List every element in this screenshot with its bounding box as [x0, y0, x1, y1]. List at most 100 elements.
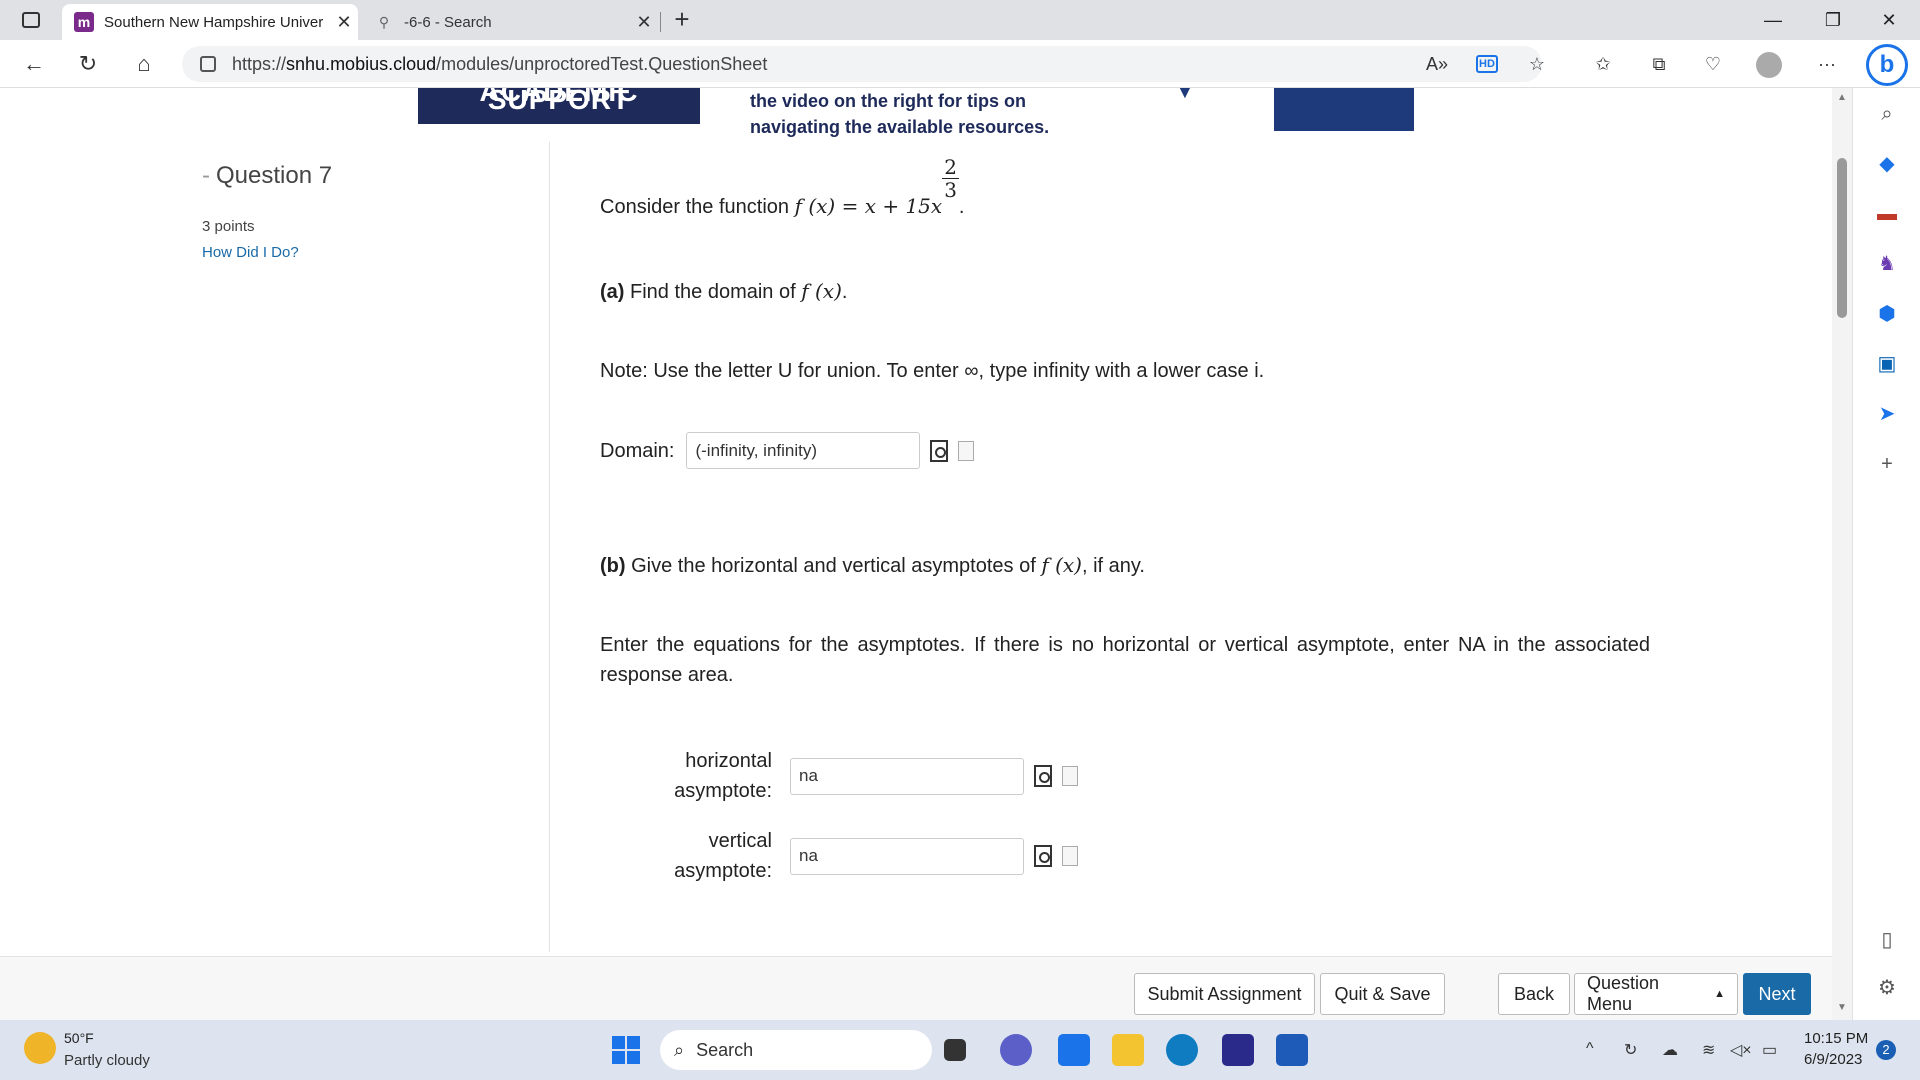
tab-title: Southern New Hampshire Univer: [104, 13, 324, 31]
exponent-fraction: 23: [942, 155, 959, 202]
gear-icon[interactable]: ⚙: [1873, 974, 1901, 1002]
volume-icon[interactable]: ◁×: [1730, 1040, 1752, 1060]
vertical-asymptote-input[interactable]: na: [790, 837, 1024, 875]
hd-icon[interactable]: HD: [1476, 55, 1498, 73]
favorite-star-icon[interactable]: ☆: [1522, 50, 1552, 78]
question-sidebar: - Question 7 3 points How Did I Do?: [0, 142, 550, 952]
refresh-icon[interactable]: ↻: [72, 48, 104, 80]
function-statement: Consider the function f (x) = x + 15x 2 3.: [600, 155, 965, 218]
word-icon[interactable]: [1276, 1034, 1308, 1066]
browser-essentials-icon[interactable]: ♡: [1698, 50, 1728, 78]
preview-icon[interactable]: [930, 439, 949, 462]
bing-chat-icon[interactable]: b: [1866, 44, 1908, 86]
store-icon[interactable]: [1222, 1034, 1254, 1066]
preview-icon[interactable]: [1034, 765, 1052, 787]
outlook-icon[interactable]: ▣: [1873, 350, 1901, 378]
read-aloud-icon[interactable]: A»: [1422, 50, 1452, 78]
tab-title: -6-6 - Search: [404, 13, 492, 31]
scroll-thumb[interactable]: [1837, 158, 1847, 318]
domain-input[interactable]: (-infinity, infinity): [686, 432, 921, 469]
quit-save-button[interactable]: Quit & Save: [1320, 973, 1445, 1015]
sidebar-layout-icon[interactable]: ▯: [1873, 926, 1901, 954]
url-host: snhu.mobius.cloud: [286, 53, 437, 74]
add-icon[interactable]: +: [1873, 450, 1901, 478]
preview-icon[interactable]: [1034, 845, 1052, 867]
question-title[interactable]: - Question 7: [202, 162, 332, 190]
assignment-footer: Submit Assignment Quit & Save Back Quest…: [0, 956, 1832, 1020]
collections-icon[interactable]: ⧉: [1644, 50, 1674, 78]
question-menu-button[interactable]: Question Menu ▲: [1574, 973, 1738, 1015]
weather-icon[interactable]: [24, 1032, 56, 1064]
search-icon: ⌕: [674, 1039, 685, 1060]
tab-actions-icon[interactable]: [22, 12, 40, 28]
asymptote-instructions: Enter the equations for the asymptotes. …: [600, 634, 1650, 686]
academic-support-banner[interactable]: ACADEMIC SUPPORT: [418, 88, 700, 124]
tab-snhu[interactable]: m Southern New Hampshire Univer ✕: [62, 4, 358, 40]
part-b-prompt: (b) Give the horizontal and vertical asy…: [600, 553, 1145, 577]
minimize-button[interactable]: —: [1750, 6, 1796, 34]
banner-text: the video on the right for tips on navig…: [750, 88, 1090, 140]
function-expression: f (x) = x + 15x: [794, 194, 943, 218]
favorites-icon[interactable]: ✩: [1588, 50, 1618, 78]
games-icon[interactable]: ♞: [1873, 250, 1901, 278]
how-did-i-do-link[interactable]: How Did I Do?: [202, 244, 299, 261]
clock-time[interactable]: 10:15 PM: [1804, 1030, 1868, 1047]
next-button[interactable]: Next: [1743, 973, 1811, 1015]
restore-button[interactable]: ❐: [1810, 6, 1856, 34]
caret-up-icon: ▲: [1714, 988, 1725, 1000]
domain-row: Domain: (-infinity, infinity): [600, 432, 975, 469]
entry-help-icon[interactable]: [1062, 766, 1078, 786]
microsoft-365-icon[interactable]: ⬢: [1873, 300, 1901, 328]
tab-bar: m Southern New Hampshire Univer ✕ ⚲ -6-6…: [0, 0, 1920, 40]
drop-icon[interactable]: ➤: [1873, 400, 1901, 428]
horizontal-asymptote-input[interactable]: na: [790, 757, 1024, 795]
submit-assignment-button[interactable]: Submit Assignment: [1134, 973, 1315, 1015]
wifi-icon[interactable]: ≋: [1702, 1040, 1715, 1060]
video-thumbnail[interactable]: [1274, 88, 1414, 131]
scroll-down-icon[interactable]: ▼: [1837, 1002, 1847, 1013]
search-icon: ⚲: [378, 13, 390, 30]
back-arrow-icon[interactable]: ←: [18, 48, 50, 80]
page-content: ACADEMIC SUPPORT the video on the right …: [0, 88, 1832, 1020]
close-window-button[interactable]: ✕: [1866, 6, 1912, 34]
teams-chat-icon[interactable]: [1000, 1034, 1032, 1066]
battery-icon[interactable]: ▭: [1762, 1040, 1777, 1060]
shopping-tag-icon[interactable]: ◆: [1873, 150, 1901, 178]
taskbar-search[interactable]: ⌕ Search: [660, 1030, 932, 1070]
file-explorer-icon[interactable]: [1112, 1034, 1144, 1066]
note-text: Note: Use the letter U for union. To ent…: [600, 360, 1265, 382]
search-icon[interactable]: ⌕: [1873, 100, 1901, 128]
new-tab-button[interactable]: +: [668, 6, 696, 34]
back-button[interactable]: Back: [1498, 973, 1570, 1015]
start-button[interactable]: [612, 1036, 640, 1064]
mail-icon[interactable]: [1058, 1034, 1090, 1066]
windows-taskbar: 50°F Partly cloudy ⌕ Search ^ ↻ ☁ ≋ ◁× ▭…: [0, 1020, 1920, 1080]
horizontal-row: horizontal asymptote: na: [660, 746, 1078, 806]
task-view-icon[interactable]: [944, 1039, 966, 1061]
edge-browser-icon[interactable]: [1166, 1034, 1198, 1066]
banner-line-2: navigating the available resources.: [750, 117, 1050, 137]
address-bar[interactable]: https://snhu.mobius.cloud/modules/unproc…: [182, 46, 1542, 82]
page-scrollbar[interactable]: ▲ ▼: [1832, 88, 1852, 1020]
close-tab-icon[interactable]: ✕: [630, 12, 658, 33]
vertical-row: vertical asymptote: na: [660, 826, 1078, 886]
home-icon[interactable]: ⌂: [128, 48, 160, 80]
entry-help-icon[interactable]: [958, 440, 975, 461]
tab-search[interactable]: ⚲ -6-6 - Search ✕: [362, 4, 658, 40]
chevron-down-icon: ▼: [1176, 88, 1194, 102]
onedrive-icon[interactable]: ☁: [1662, 1040, 1678, 1060]
chevron-up-icon[interactable]: ^: [1586, 1040, 1594, 1058]
collapse-dash-icon: -: [202, 162, 210, 189]
notification-badge[interactable]: 2: [1876, 1040, 1896, 1060]
close-tab-icon[interactable]: ✕: [330, 12, 358, 33]
scroll-up-icon[interactable]: ▲: [1837, 92, 1847, 103]
profile-avatar[interactable]: [1756, 52, 1782, 78]
weather-condition: Partly cloudy: [64, 1052, 150, 1069]
browser-toolbar: ← ↻ ⌂ https://snhu.mobius.cloud/modules/…: [0, 40, 1920, 88]
tools-icon[interactable]: ▬: [1873, 200, 1901, 228]
more-options-icon[interactable]: ···: [1812, 50, 1842, 78]
clock-date[interactable]: 6/9/2023: [1804, 1051, 1862, 1068]
sync-icon[interactable]: ↻: [1624, 1040, 1637, 1060]
mobius-favicon-icon: m: [74, 12, 94, 32]
entry-help-icon[interactable]: [1062, 846, 1078, 866]
